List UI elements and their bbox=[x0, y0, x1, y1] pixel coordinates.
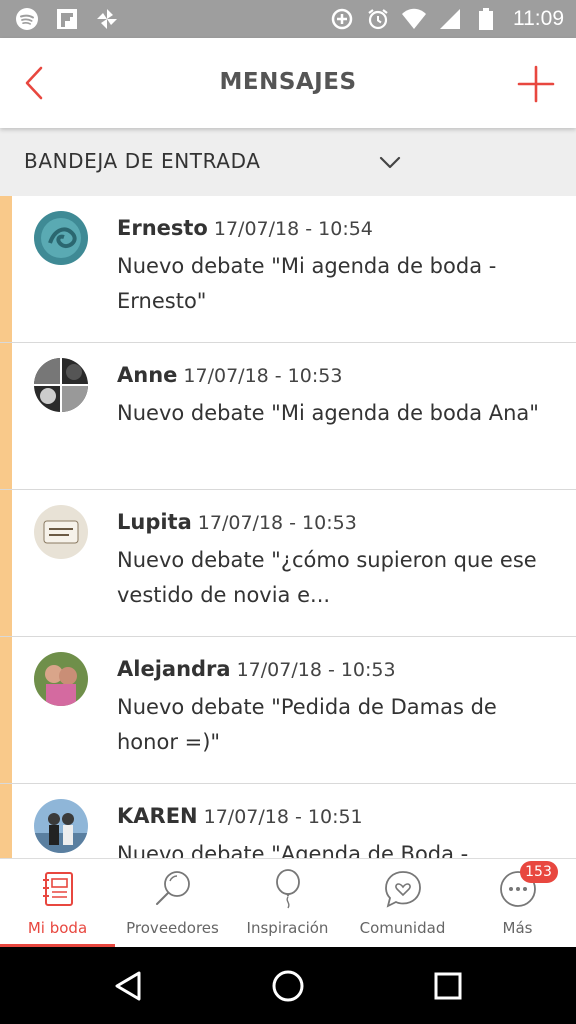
chat-heart-icon bbox=[381, 867, 425, 911]
message-preview: Nuevo debate "Mi agenda de boda - Ernest… bbox=[117, 254, 497, 313]
inbox-selected-label: BANDEJA DE ENTRADA bbox=[24, 149, 261, 173]
message-date: 17/07/18 - 10:53 bbox=[197, 512, 357, 534]
nav-proveedores[interactable]: Proveedores bbox=[115, 859, 230, 947]
data-saver-icon bbox=[329, 6, 355, 32]
clock: 11:09 bbox=[513, 7, 564, 30]
unread-marker bbox=[0, 343, 12, 489]
message-preview: Nuevo debate "Mi agenda de boda Ana" bbox=[117, 401, 539, 425]
sender-name: KAREN bbox=[117, 804, 198, 828]
message-preview: Nuevo debate "¿cómo supieron que ese ves… bbox=[117, 548, 537, 607]
square-recents-icon bbox=[434, 972, 462, 1000]
system-recents-button[interactable] bbox=[428, 966, 468, 1006]
sender-name: Anne bbox=[117, 363, 178, 387]
nav-mi-boda[interactable]: Mi boda bbox=[0, 859, 115, 947]
more-dots-icon: 153 bbox=[496, 861, 558, 911]
inbox-selector[interactable]: BANDEJA DE ENTRADA bbox=[0, 128, 576, 196]
avatar bbox=[34, 358, 88, 412]
list-item[interactable]: KAREN 17/07/18 - 10:51 Nuevo debate "Agen… bbox=[0, 784, 576, 858]
message-date: 17/07/18 - 10:53 bbox=[236, 659, 396, 681]
unread-marker bbox=[0, 784, 12, 858]
nav-inspiracion[interactable]: Inspiración bbox=[230, 859, 345, 947]
nav-label: Inspiración bbox=[246, 919, 329, 937]
list-item[interactable]: Alejandra 17/07/18 - 10:53 Nuevo debate "… bbox=[0, 637, 576, 784]
avatar bbox=[34, 211, 88, 265]
app-header: MENSAJES bbox=[0, 38, 576, 128]
sender-name: Ernesto bbox=[117, 216, 208, 240]
notification-icons bbox=[14, 6, 120, 32]
avatar bbox=[34, 799, 88, 853]
status-bar: 11:09 bbox=[0, 0, 576, 38]
new-message-button[interactable] bbox=[514, 62, 558, 106]
message-list: Ernesto 17/07/18 - 10:54 Nuevo debate "Mi… bbox=[0, 196, 576, 858]
notification-badge: 153 bbox=[519, 861, 558, 883]
unread-marker bbox=[0, 490, 12, 636]
pinwheel-icon bbox=[94, 6, 120, 32]
nav-label: Comunidad bbox=[359, 919, 446, 937]
message-date: 17/07/18 - 10:54 bbox=[213, 218, 373, 240]
sender-name: Lupita bbox=[117, 510, 192, 534]
system-back-button[interactable] bbox=[108, 966, 148, 1006]
avatar bbox=[34, 652, 88, 706]
triangle-back-icon bbox=[115, 971, 141, 1001]
circle-home-icon bbox=[272, 970, 304, 1002]
system-icons: 11:09 bbox=[329, 6, 564, 32]
nav-comunidad[interactable]: Comunidad bbox=[345, 859, 460, 947]
bottom-navigation: Mi boda Proveedores Inspiración Comunida… bbox=[0, 858, 576, 947]
magnifier-icon bbox=[151, 867, 195, 911]
chevron-down-icon bbox=[379, 156, 401, 169]
page-title: MENSAJES bbox=[219, 69, 357, 95]
list-item[interactable]: Ernesto 17/07/18 - 10:54 Nuevo debate "Mi… bbox=[0, 196, 576, 343]
battery-icon bbox=[473, 6, 499, 32]
nav-label: Mi boda bbox=[27, 919, 88, 937]
system-home-button[interactable] bbox=[268, 966, 308, 1006]
nav-mas[interactable]: 153 Más bbox=[460, 859, 575, 947]
list-item[interactable]: Lupita 17/07/18 - 10:53 Nuevo debate "¿có… bbox=[0, 490, 576, 637]
message-preview: Nuevo debate "Pedida de Damas de honor =… bbox=[117, 695, 497, 754]
unread-marker bbox=[0, 196, 12, 342]
balloon-icon bbox=[266, 867, 310, 911]
plus-icon bbox=[517, 65, 555, 103]
sender-name: Alejandra bbox=[117, 657, 231, 681]
avatar bbox=[34, 505, 88, 559]
list-item[interactable]: Anne 17/07/18 - 10:53 Nuevo debate "Mi ag… bbox=[0, 343, 576, 490]
spotify-icon bbox=[14, 6, 40, 32]
message-date: 17/07/18 - 10:51 bbox=[203, 806, 363, 828]
nav-label: Más bbox=[502, 919, 533, 937]
unread-marker bbox=[0, 637, 12, 783]
system-navigation-bar bbox=[0, 947, 576, 1024]
flipboard-icon bbox=[54, 6, 80, 32]
message-date: 17/07/18 - 10:53 bbox=[183, 365, 343, 387]
message-preview: Nuevo debate "Agenda de Boda - bbox=[117, 842, 469, 858]
wifi-icon bbox=[401, 6, 427, 32]
notebook-icon bbox=[36, 867, 80, 911]
nav-label: Proveedores bbox=[126, 919, 219, 937]
alarm-icon bbox=[365, 6, 391, 32]
signal-icon bbox=[437, 6, 463, 32]
